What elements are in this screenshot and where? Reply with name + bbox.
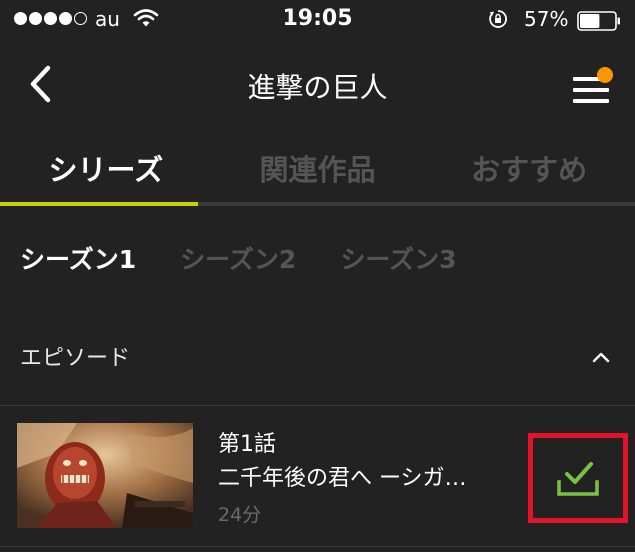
menu-button[interactable] bbox=[566, 62, 618, 108]
status-bar: au 19:05 57% bbox=[0, 0, 635, 38]
download-button[interactable] bbox=[528, 433, 628, 523]
tab-series[interactable]: シリーズ bbox=[0, 130, 212, 206]
episode-thumbnail[interactable] bbox=[17, 423, 193, 528]
navigation-bar: 進撃の巨人 bbox=[0, 38, 635, 130]
season-1-button[interactable]: シーズン1 bbox=[20, 240, 136, 280]
tab-recommended[interactable]: おすすめ bbox=[423, 130, 635, 206]
notification-badge bbox=[597, 67, 613, 83]
hamburger-line bbox=[573, 88, 609, 92]
episodes-section-header[interactable]: エピソード bbox=[0, 330, 635, 380]
content-tabs: シリーズ 関連作品 おすすめ bbox=[0, 130, 635, 206]
episode-list-item[interactable]: 第1話 二千年後の君へ ーシガ… 24分 bbox=[0, 406, 635, 546]
rotation-lock-icon bbox=[489, 10, 507, 28]
page-title: 進撃の巨人 bbox=[247, 71, 388, 104]
episode-number: 第1話 bbox=[218, 432, 276, 457]
tab-track bbox=[0, 202, 635, 206]
hamburger-line bbox=[573, 99, 609, 103]
episode-title: 二千年後の君へ ーシガ… bbox=[218, 466, 467, 491]
episode-thumbnail-image bbox=[17, 423, 193, 528]
battery-icon bbox=[577, 11, 620, 31]
chevron-up-icon[interactable] bbox=[588, 344, 614, 370]
season-selector: シーズン1 シーズン2 シーズン3 bbox=[20, 240, 456, 280]
tab-related[interactable]: 関連作品 bbox=[212, 130, 424, 206]
active-tab-indicator bbox=[0, 202, 198, 206]
episode-duration: 24分 bbox=[218, 504, 262, 526]
divider bbox=[0, 546, 635, 547]
download-complete-icon bbox=[557, 462, 599, 496]
season-3-button[interactable]: シーズン3 bbox=[340, 240, 456, 280]
battery-percentage: 57% bbox=[524, 7, 569, 31]
season-2-button[interactable]: シーズン2 bbox=[180, 240, 296, 280]
episodes-section-title: エピソード bbox=[20, 346, 131, 371]
